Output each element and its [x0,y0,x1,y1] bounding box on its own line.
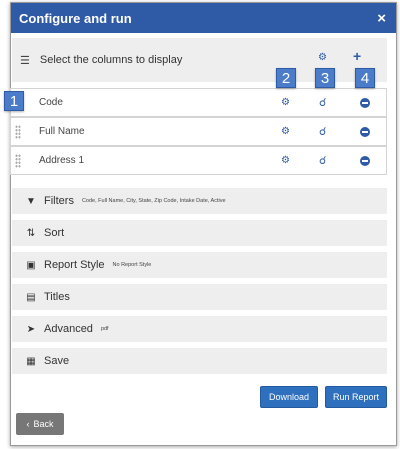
section-label: Advanced [44,323,93,335]
report-style-icon: ▣ [26,259,36,271]
drag-handle-icon[interactable] [15,154,21,168]
save-icon: ▦ [26,355,36,367]
link-icon[interactable]: ☌ [319,154,326,167]
section-label: Sort [44,227,65,239]
section-summary: No Report Style [112,262,152,268]
section-summary: pdf [100,326,109,332]
chevron-left-icon: ‹ [26,419,30,429]
document-icon: ▤ [26,291,36,303]
section-label: Report Style [44,259,105,271]
run-report-button[interactable]: Run Report [325,386,387,408]
columns-panel-label: Select the columns to display [39,54,183,66]
send-icon: ➤ [26,323,36,335]
section-save[interactable]: ▦ Save [12,348,387,377]
link-icon[interactable]: ☌ [319,96,326,109]
dialog-header: Configure and run × [11,3,396,33]
column-row-full-name[interactable]: Full Name ⚙ ☌ [10,117,387,146]
callout-3: 3 [315,68,335,88]
section-sort[interactable]: ⇅ Sort [12,220,387,249]
remove-icon[interactable] [360,98,370,108]
close-icon[interactable]: × [377,11,386,26]
column-row-address-1[interactable]: Address 1 ⚙ ☌ [10,146,387,175]
remove-icon[interactable] [360,156,370,166]
column-name: Full Name [39,126,85,137]
column-row-code[interactable]: Code ⚙ ☌ [10,88,387,117]
section-titles[interactable]: ▤ Titles [12,284,387,313]
column-name: Address 1 [39,155,85,166]
section-report-style[interactable]: ▣ Report Style No Report Style [12,252,387,281]
section-label: Save [44,355,70,367]
section-label: Filters [44,195,74,207]
gear-icon[interactable]: ⚙ [318,52,327,63]
plus-icon[interactable]: + [353,48,361,64]
link-icon[interactable]: ☌ [319,125,326,138]
gear-icon[interactable]: ⚙ [281,155,290,166]
back-button[interactable]: ‹ Back [16,413,64,435]
section-advanced[interactable]: ➤ Advanced pdf [12,316,387,345]
remove-icon[interactable] [360,127,370,137]
section-summary: Code, Full Name, City, State, Zip Code, … [81,198,226,204]
list-icon: ☰ [20,54,30,67]
sort-icon: ⇅ [26,227,36,239]
dialog-title: Configure and run [19,10,132,26]
download-button[interactable]: Download [260,386,318,408]
gear-icon[interactable]: ⚙ [281,126,290,137]
callout-1: 1 [4,91,24,111]
section-filters[interactable]: ▼ Filters Code, Full Name, City, State, … [12,188,387,217]
section-label: Titles [44,291,70,303]
back-label: Back [33,419,54,429]
gear-icon[interactable]: ⚙ [281,97,290,108]
callout-2: 2 [276,68,296,88]
column-name: Code [39,97,63,108]
drag-handle-icon[interactable] [15,125,21,139]
filter-icon: ▼ [26,195,36,207]
callout-4: 4 [355,68,375,88]
